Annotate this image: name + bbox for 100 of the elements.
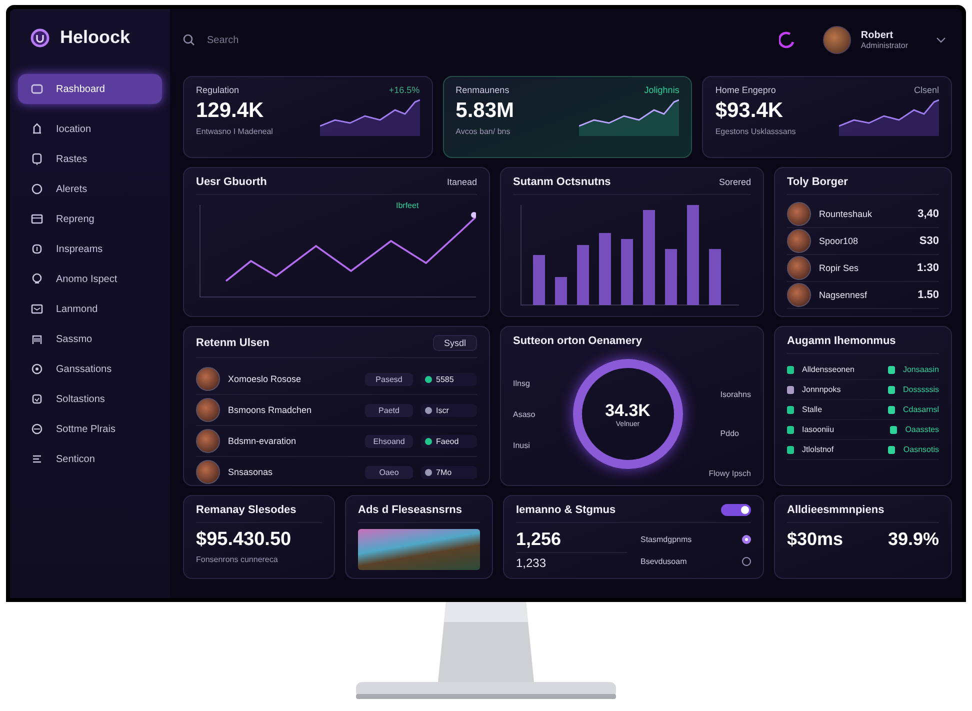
buyer-name: Rounteshauk xyxy=(819,209,874,219)
legend-label: Inusi xyxy=(513,440,531,450)
sidebar-item[interactable]: Anomo Ispect xyxy=(18,266,162,292)
stat-value: $93.4K xyxy=(715,99,784,123)
status-text: Jonsaasin xyxy=(902,365,939,374)
user-name: Xomoeslo Rosose xyxy=(228,374,302,384)
option-label: Stasmdgpnms xyxy=(640,535,692,544)
count-value: 1,256 xyxy=(516,529,562,550)
status-text: 7Mo xyxy=(436,468,452,476)
sidebar-item[interactable]: Sassmo xyxy=(18,326,162,352)
sidebar-item[interactable]: Ganssations xyxy=(18,356,162,382)
legend-label: Isorahns xyxy=(720,390,751,399)
target-icon xyxy=(30,362,44,376)
app-name: Iasooniiu xyxy=(802,425,836,434)
status-tag: Oaeo xyxy=(365,466,413,478)
search-field[interactable]: Search xyxy=(205,34,349,46)
chevron-down-icon xyxy=(936,37,946,43)
status-tag: Pasesd xyxy=(365,372,413,386)
stat-label: Home Engepro xyxy=(715,85,776,95)
avatar xyxy=(196,367,220,391)
balance-value: $95.430.50 xyxy=(196,529,292,551)
stat-label: Renmaunens xyxy=(456,85,510,95)
status-icon xyxy=(888,386,895,394)
dashboard-icon xyxy=(30,82,44,96)
avatar xyxy=(787,229,811,253)
toggle-switch[interactable] xyxy=(721,504,751,516)
sidebar-item[interactable]: Iocation xyxy=(18,116,162,142)
search-icon xyxy=(183,34,195,46)
card-title: Remanay Slesodes xyxy=(196,504,296,516)
app-name: Stalle xyxy=(802,405,824,414)
sidebar-item[interactable]: Lanmond xyxy=(18,296,162,322)
stat-label: Regulation xyxy=(196,85,240,95)
app-name: Jtlolstnof xyxy=(802,445,835,454)
stat-value: 129.4K xyxy=(196,99,265,123)
status-icon xyxy=(890,426,898,434)
avatar xyxy=(196,429,220,453)
avatar xyxy=(196,398,220,422)
sidebar-item[interactable]: Rastes xyxy=(18,146,162,172)
pin-icon xyxy=(30,272,44,286)
legend-label: Pddo xyxy=(720,429,740,438)
circle-icon xyxy=(30,182,44,196)
legend-label: Ilnsg xyxy=(513,378,531,388)
status-text: Dosssssis xyxy=(902,385,939,394)
status-tag: Paetd xyxy=(365,404,413,416)
sidebar-item[interactable]: Inspreams xyxy=(18,236,162,262)
sidebar-item[interactable]: Sottme Plrais xyxy=(18,416,162,442)
balance-note: Fonsenrons cunnereca xyxy=(196,555,279,564)
option-label: Bsevdusoam xyxy=(640,556,687,566)
status-icon xyxy=(888,406,895,414)
avatar xyxy=(787,202,811,226)
sidebar-item[interactable]: Repreng xyxy=(18,206,162,232)
buyer-value: 3,40 xyxy=(918,208,939,220)
sidebar-item[interactable]: Senticon xyxy=(18,446,162,472)
status-text: 5585 xyxy=(436,374,454,384)
sidebar-item[interactable]: Alerets xyxy=(18,176,162,202)
stat-note: Entwasno I Madeneal xyxy=(196,127,273,136)
avatar xyxy=(787,256,811,280)
card-title: Sutanm Octsnutns xyxy=(513,176,611,188)
card-title: Uesr Gbuorth xyxy=(196,176,267,188)
card-title: Sutteon orton Oenamery xyxy=(513,335,642,347)
buyer-name: Nagsennesf xyxy=(819,290,868,300)
status-icon xyxy=(888,366,895,374)
radio-button[interactable] xyxy=(742,535,751,544)
stat-delta: Jolighnis xyxy=(644,85,680,95)
metric-value: 39.9% xyxy=(888,529,939,550)
stat-note: Egestons Usklasssans xyxy=(715,127,796,136)
card-title: Augamn Ihemonmus xyxy=(787,335,896,347)
stat-delta: +16.5% xyxy=(388,85,420,95)
status-text: Iscr xyxy=(436,406,449,414)
bar xyxy=(555,277,567,305)
period-filter[interactable]: Itanead xyxy=(446,177,477,187)
card-title: Iemanno & Stgmus xyxy=(516,504,616,516)
sidebar-item[interactable]: Soltastions xyxy=(18,386,162,412)
sidebar-item[interactable]: Rashboard xyxy=(18,74,162,104)
user-role: Administrator xyxy=(860,41,908,50)
user-name: Robert xyxy=(860,30,894,41)
app-name: Heloock xyxy=(60,27,130,48)
stat-value: 5.83M xyxy=(456,99,514,123)
app-name: Jonnnpoks xyxy=(802,385,842,394)
radio-button[interactable] xyxy=(742,556,751,566)
card-title: Alldieesmmnpiens xyxy=(787,504,884,516)
status-tag: Ehsoand xyxy=(365,434,413,448)
bar xyxy=(577,245,589,305)
buyer-value: S30 xyxy=(919,235,939,247)
status-text: Cdasarnsl xyxy=(902,405,939,414)
card-title: Toly Borger xyxy=(787,176,848,188)
legend-label: Asaso xyxy=(513,410,536,418)
card-footer: Flowy Ipsch xyxy=(513,469,751,478)
filter-button[interactable]: Sysdl xyxy=(432,335,477,351)
status-text: Oaasstes xyxy=(905,425,939,434)
user-name: Snsasonas xyxy=(228,467,274,477)
card-title: Retenm Ulsen xyxy=(196,337,270,349)
buyer-value: 1.50 xyxy=(918,289,939,301)
sort-filter[interactable]: Sorered xyxy=(718,177,751,187)
avatar xyxy=(196,460,220,484)
bar xyxy=(599,233,611,305)
bar xyxy=(709,249,721,305)
metric-value: $30ms xyxy=(787,529,844,550)
check-icon xyxy=(30,392,44,406)
buyer-name: Ropir Ses xyxy=(819,263,860,273)
